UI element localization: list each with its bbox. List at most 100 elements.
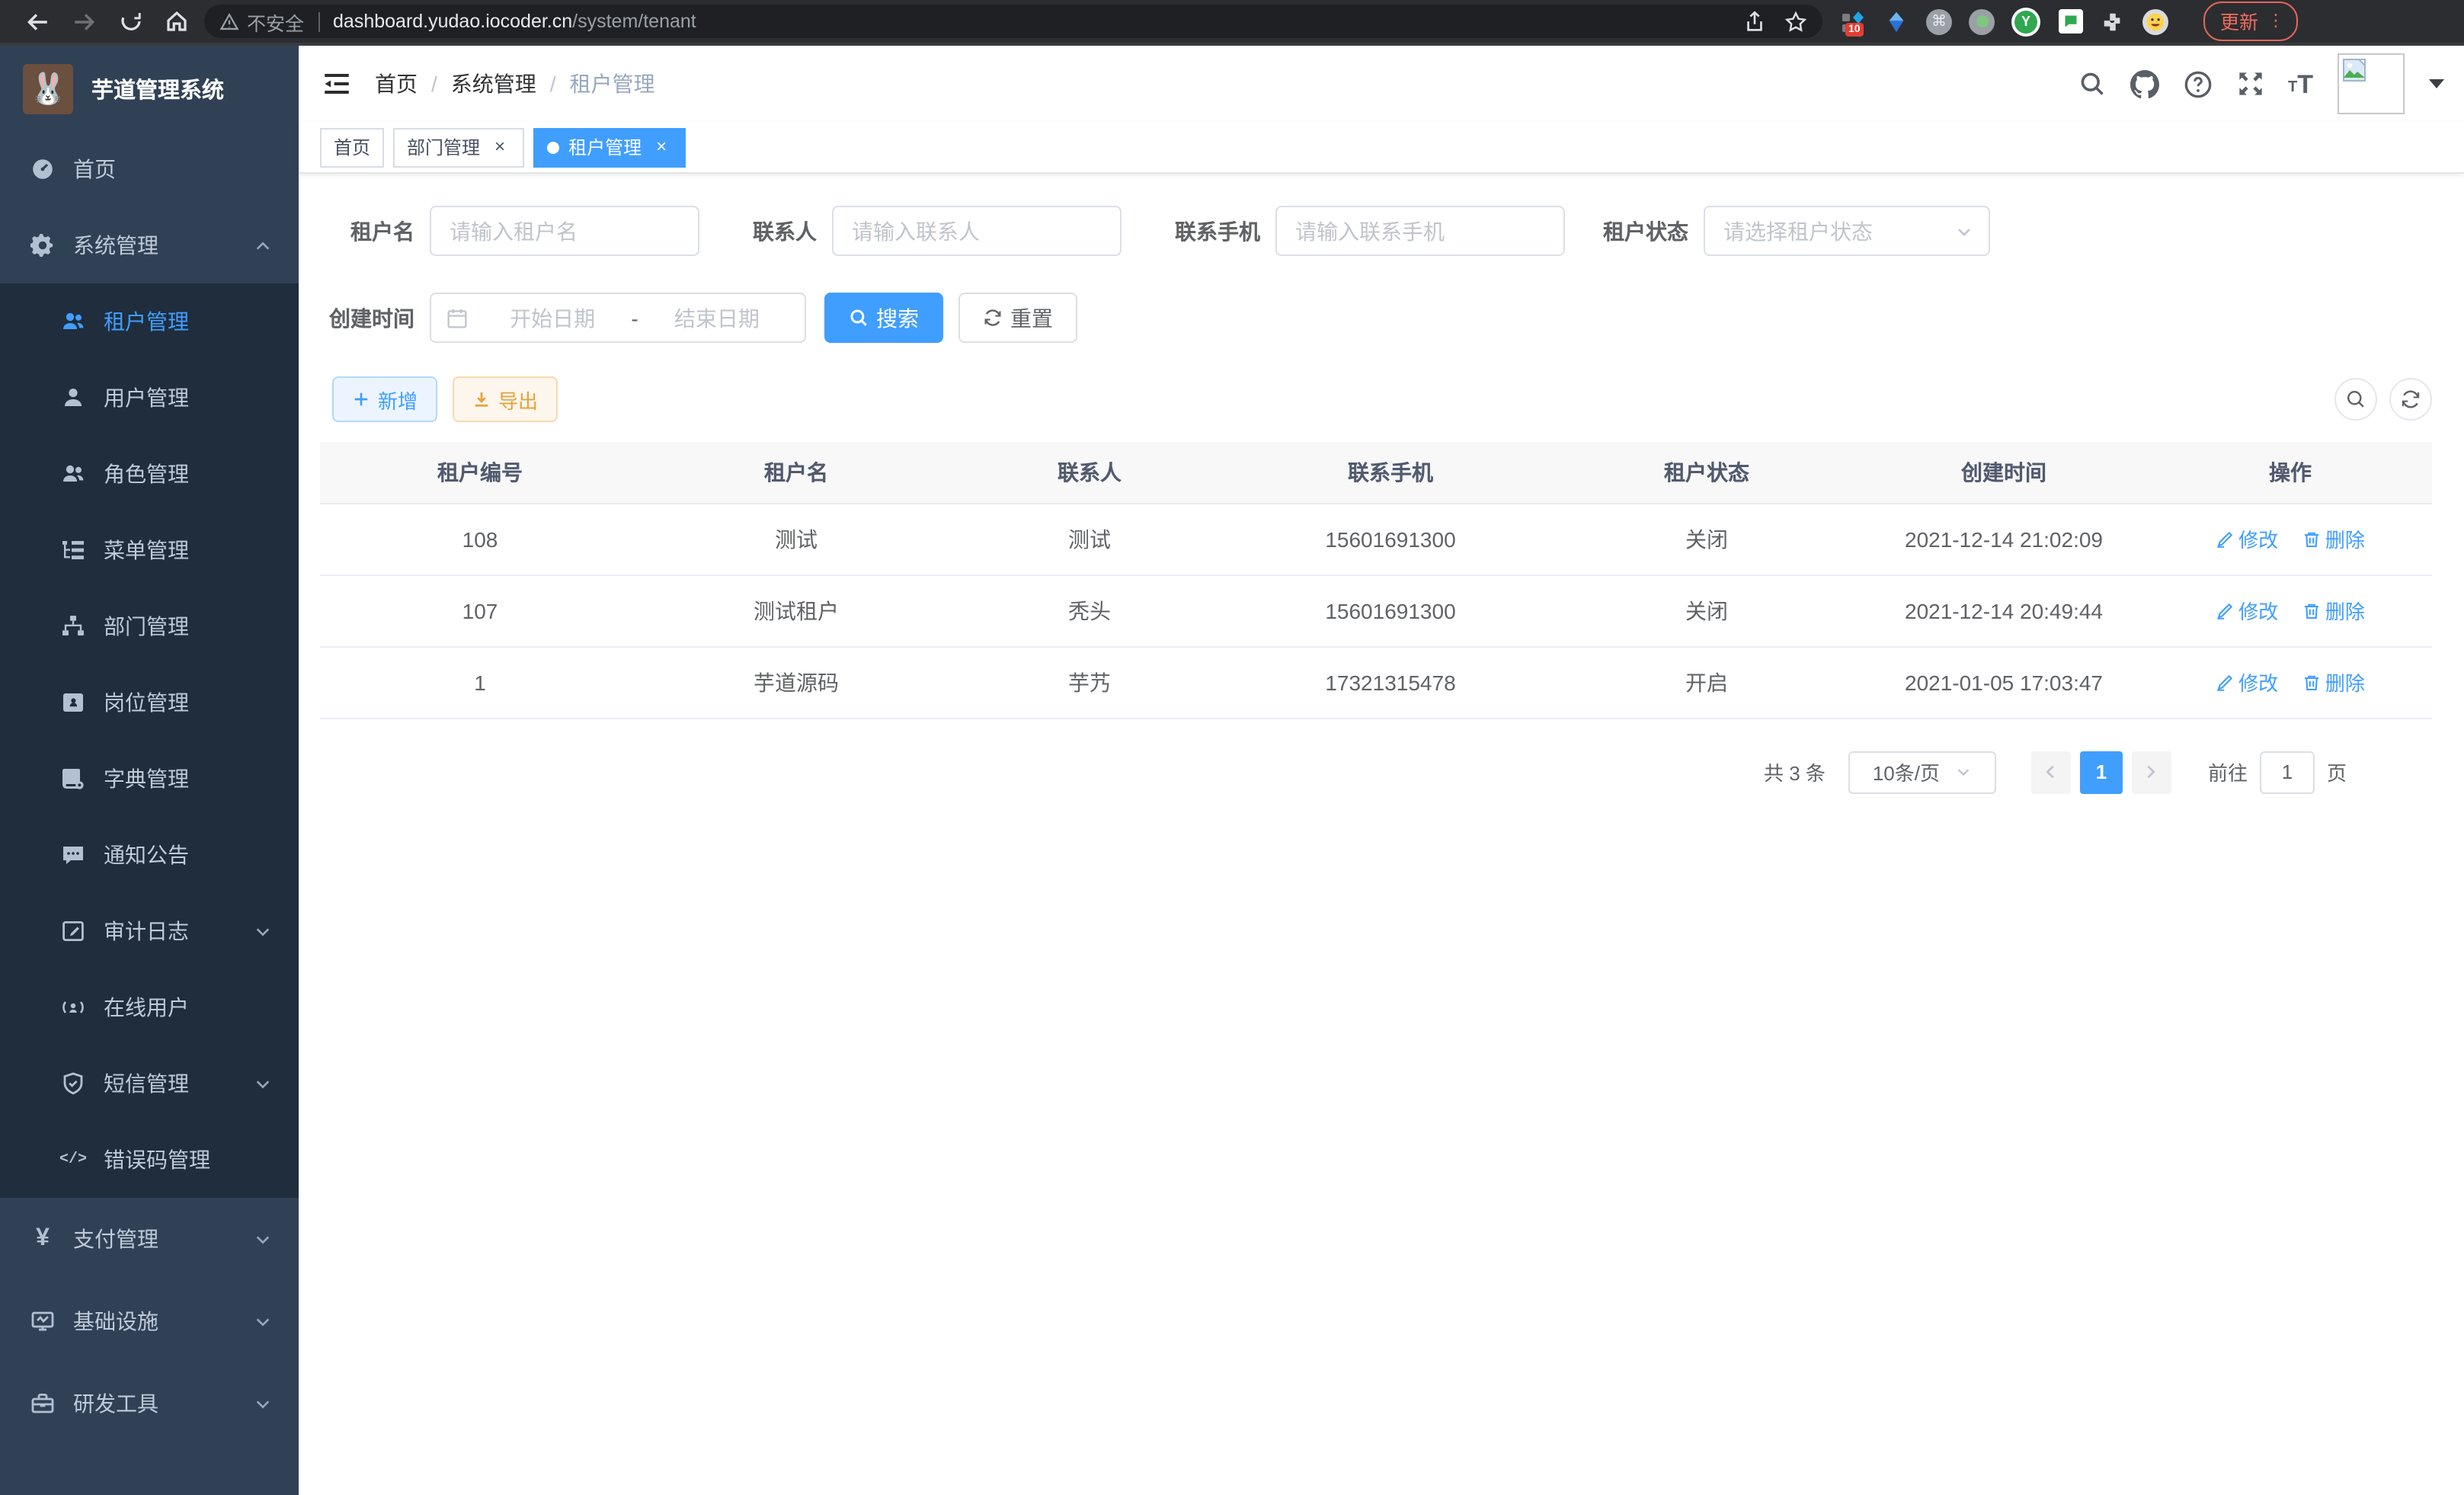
sidebar-item-post[interactable]: 岗位管理 — [0, 664, 299, 741]
avatar[interactable] — [2338, 53, 2405, 114]
sidebar-item-role[interactable]: 角色管理 — [0, 436, 299, 512]
fullscreen-icon[interactable] — [2236, 70, 2264, 98]
sidebar-logo[interactable]: 🐰 芋道管理系统 — [0, 46, 299, 131]
sidebar-item-pay[interactable]: ¥ 支付管理 — [0, 1198, 299, 1280]
tag-home[interactable]: 首页 — [320, 127, 384, 167]
breadcrumb-separator: / — [431, 72, 437, 96]
table-tools — [2334, 378, 2432, 421]
add-button[interactable]: 新增 — [332, 376, 437, 422]
extension-cmd-icon[interactable]: ⌘ — [1926, 8, 1952, 34]
tag-tenant[interactable]: 租户管理 × — [533, 127, 686, 167]
tag-dept[interactable]: 部门管理 × — [393, 127, 524, 167]
tags-view: 首页 部门管理 × 租户管理 × — [299, 122, 2464, 174]
created-daterange-picker[interactable]: 开始日期 - 结束日期 — [430, 293, 806, 343]
col-contact: 联系人 — [952, 442, 1227, 503]
toggle-search-button[interactable] — [2334, 378, 2377, 421]
status-select[interactable]: 请选择租户状态 — [1704, 206, 1990, 256]
bookmark-star-icon[interactable] — [1784, 10, 1807, 33]
browser-forward-icon[interactable] — [72, 8, 98, 34]
share-icon[interactable] — [1743, 10, 1766, 33]
extension-badge-icon[interactable]: 10 — [1841, 8, 1867, 34]
delete-button[interactable]: 删除 — [2302, 596, 2365, 625]
current-page[interactable]: 1 — [2080, 751, 2123, 793]
goto-page-input[interactable] — [2260, 751, 2315, 793]
phone-input[interactable] — [1275, 206, 1565, 256]
sidebar-item-tenant[interactable]: 租户管理 — [0, 283, 299, 360]
table-header: 租户编号 租户名 联系人 联系手机 租户状态 创建时间 操作 — [320, 442, 2432, 503]
not-secure-icon — [219, 11, 239, 31]
refresh-icon — [2400, 389, 2421, 410]
sidebar-item-devtools[interactable]: 研发工具 — [0, 1362, 299, 1445]
github-icon[interactable] — [2130, 69, 2158, 98]
sidebar-item-system[interactable]: 系统管理 — [0, 207, 299, 283]
delete-button[interactable]: 删除 — [2302, 524, 2365, 553]
sidebar-item-auditlog[interactable]: 审计日志 — [0, 893, 299, 969]
user-icon — [61, 386, 85, 410]
help-icon[interactable] — [2183, 69, 2212, 98]
sidebar-item-sms[interactable]: 短信管理 — [0, 1045, 299, 1122]
shield-check-icon — [61, 1071, 85, 1096]
next-page-button[interactable] — [2132, 751, 2171, 793]
tag-active-dot — [547, 141, 559, 153]
sidebar-item-dict[interactable]: 字典管理 — [0, 741, 299, 817]
created-label: 创建时间 — [320, 303, 414, 333]
search-icon — [849, 308, 869, 328]
extension-y-icon[interactable]: Y — [2011, 7, 2040, 36]
font-size-icon[interactable]: TT — [2288, 71, 2313, 97]
browser-home-icon[interactable] — [165, 9, 189, 34]
pencil-icon — [2216, 601, 2234, 619]
edit-button[interactable]: 修改 — [2216, 667, 2278, 696]
gear-icon — [30, 233, 55, 258]
sidebar-item-home[interactable]: 首页 — [0, 131, 299, 207]
sidebar-item-notice[interactable]: 通知公告 — [0, 817, 299, 893]
edit-button[interactable]: 修改 — [2216, 596, 2278, 625]
refresh-table-button[interactable] — [2389, 378, 2432, 421]
chevron-down-icon — [254, 1075, 271, 1092]
tag-close-icon[interactable]: × — [651, 136, 672, 158]
org-chart-icon — [61, 614, 85, 639]
edit-button[interactable]: 修改 — [2216, 524, 2278, 553]
breadcrumb-system[interactable]: 系统管理 — [451, 69, 536, 99]
roles-icon — [61, 462, 85, 486]
extension-dot-icon[interactable] — [1969, 8, 1995, 34]
col-actions: 操作 — [2149, 442, 2432, 503]
sidebar-item-dept[interactable]: 部门管理 — [0, 588, 299, 664]
dashboard-icon — [30, 157, 55, 181]
tag-close-icon[interactable]: × — [489, 136, 510, 158]
sidebar-item-user[interactable]: 用户管理 — [0, 360, 299, 436]
extension-kite-icon[interactable] — [1883, 8, 1909, 34]
extension-chat-icon[interactable] — [2057, 8, 2083, 34]
avatar-caret-icon[interactable] — [2429, 78, 2444, 90]
not-secure-label[interactable]: 不安全 — [247, 7, 304, 36]
page-size-select[interactable]: 10条/页 — [1848, 751, 1996, 793]
sidebar-toggle-icon[interactable] — [323, 70, 350, 98]
sidebar-sections: ¥ 支付管理 基础设施 研发工具 — [0, 1198, 299, 1445]
delete-button[interactable]: 删除 — [2302, 667, 2365, 696]
search-button[interactable]: 搜索 — [824, 293, 943, 343]
export-button[interactable]: 导出 — [453, 376, 558, 422]
reset-button[interactable]: 重置 — [958, 293, 1077, 343]
contact-input[interactable] — [832, 206, 1122, 256]
chevron-down-icon — [254, 1395, 271, 1412]
extension-emoji-icon[interactable] — [2142, 8, 2168, 34]
sidebar: 🐰 芋道管理系统 首页 系统管理 租户管理 用户管理 — [0, 46, 299, 1495]
filter-row-2: 创建时间 开始日期 - 结束日期 搜索 重置 — [320, 293, 2432, 343]
page-content: 租户名 联系人 联系手机 租户状态 请选择租户状态 创建时间 — [299, 174, 2464, 793]
update-button[interactable]: 更新 ⋮ — [2203, 2, 2298, 41]
url-bar[interactable]: 不安全 dashboard.yudao.iocoder.cn/system/te… — [204, 5, 1822, 38]
navbar-actions: TT — [2078, 53, 2444, 114]
status-value: 关闭 — [1554, 503, 1859, 575]
status-value: 开启 — [1554, 646, 1859, 718]
tenant-name-input[interactable] — [430, 206, 699, 256]
breadcrumb-home[interactable]: 首页 — [375, 69, 418, 99]
sidebar-item-online[interactable]: 在线用户 — [0, 969, 299, 1045]
browser-back-icon[interactable] — [24, 8, 50, 34]
browser-reload-icon[interactable] — [119, 9, 143, 34]
sidebar-item-infra[interactable]: 基础设施 — [0, 1280, 299, 1362]
browser-menu-icon[interactable]: ⋮ — [2267, 11, 2284, 30]
extension-puzzle-icon[interactable] — [2100, 8, 2126, 34]
sidebar-item-errorcode[interactable]: </> 错误码管理 — [0, 1122, 299, 1198]
prev-page-button[interactable] — [2031, 751, 2071, 793]
header-search-icon[interactable] — [2078, 70, 2105, 98]
sidebar-item-menu[interactable]: 菜单管理 — [0, 512, 299, 588]
